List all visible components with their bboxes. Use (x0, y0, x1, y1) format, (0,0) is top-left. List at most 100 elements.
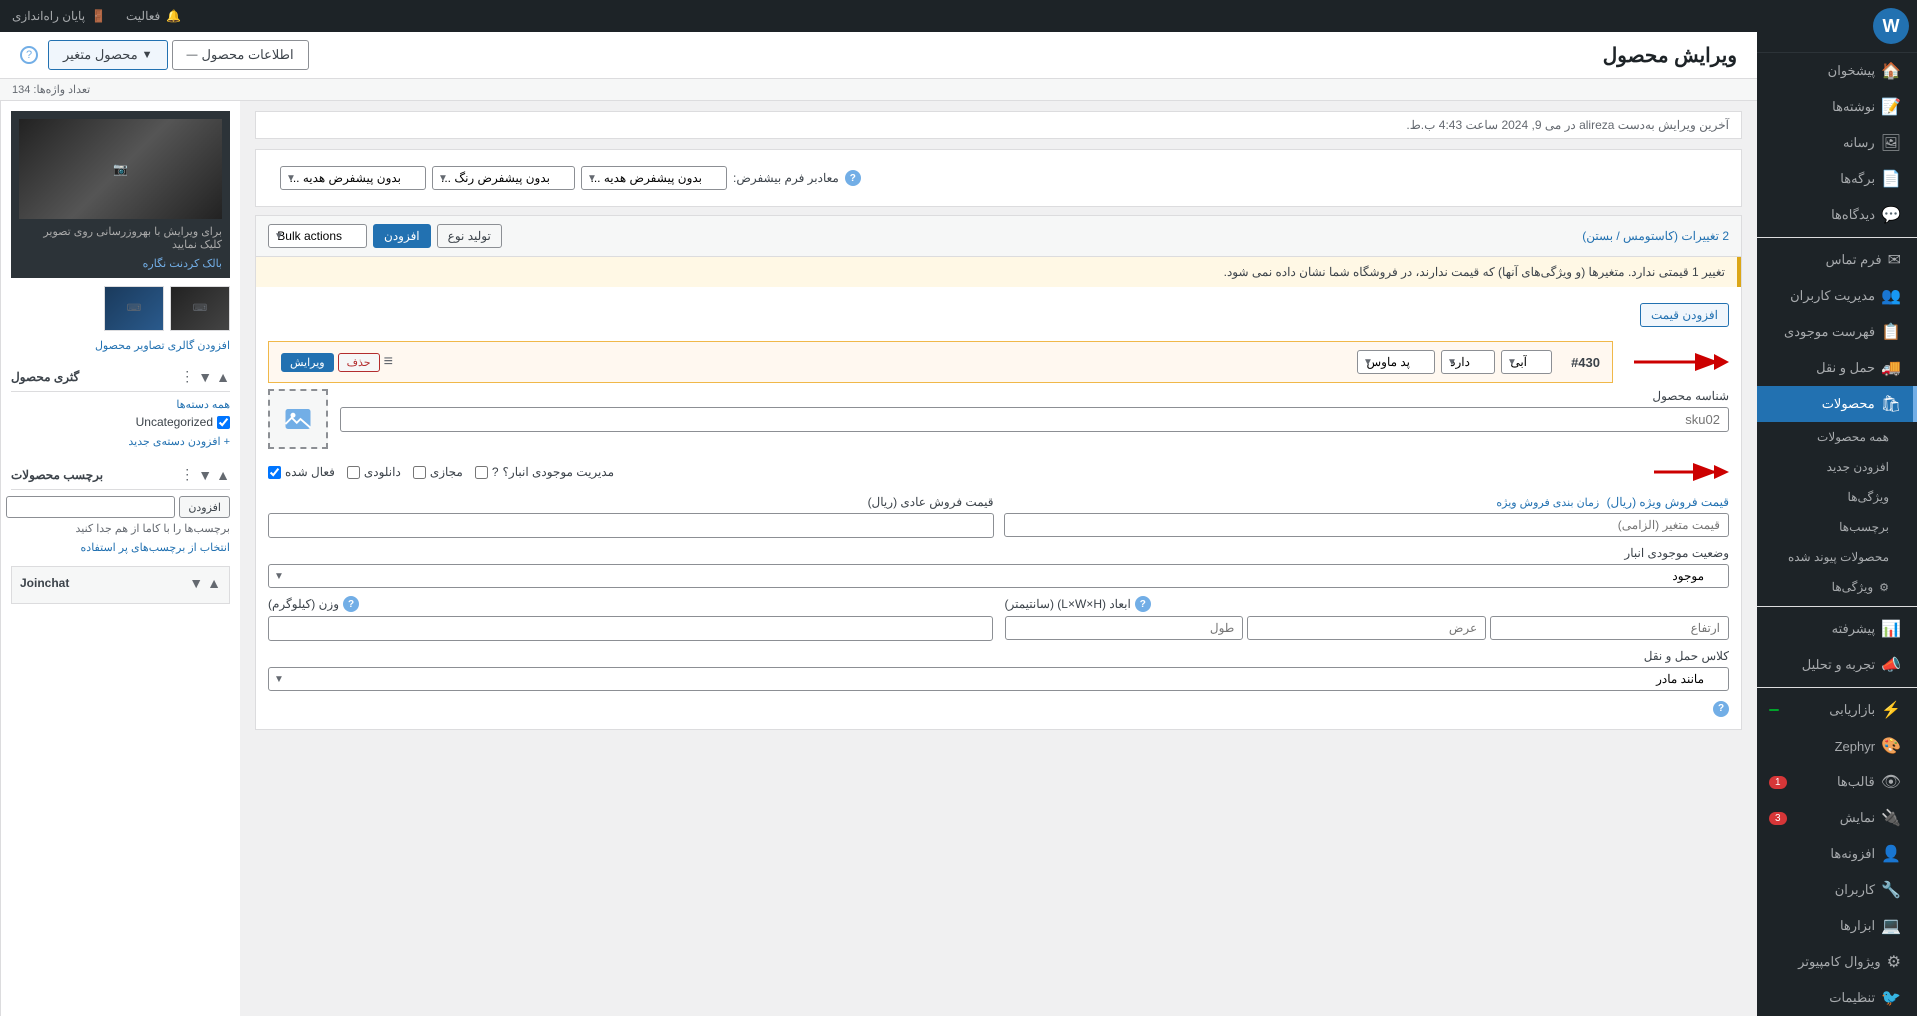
length-input[interactable] (1005, 616, 1244, 640)
categories-collapse-btn[interactable]: ▲ (216, 368, 230, 385)
afzudan-gheimat-button[interactable]: افزودن قیمت (1640, 303, 1729, 327)
add-gallery-link[interactable]: افزودن گالری تصاویر محصول (11, 339, 230, 352)
gallery-thumb-1-inner: ⌨ (171, 287, 229, 330)
sidebar-item-afzuneh[interactable]: 🔌 نمایش 3 (1757, 800, 1917, 836)
attr-help-icon[interactable]: ? (845, 170, 861, 186)
sidebar-item-vizharval[interactable]: 💻 ابزارها (1757, 908, 1917, 944)
sidebar-item-filebird[interactable]: 🐦 تنظیمات (1757, 980, 1917, 1016)
downloadable-label[interactable]: دانلودی (347, 465, 401, 479)
sidebar-item-hame-mahsulat[interactable]: همه محصولات (1757, 422, 1917, 452)
gallery-thumb-1[interactable]: ⌨ (170, 286, 230, 331)
categories-expand-btn[interactable]: ▼ (198, 368, 212, 385)
sidebar-item-qalab[interactable]: 🎨 Zephyr (1757, 728, 1917, 764)
home-icon: 🏠 (1881, 61, 1901, 81)
sku-input[interactable] (340, 407, 1729, 432)
add-price-container: افزودن قیمت (256, 295, 1741, 335)
image-upload-icon (283, 404, 313, 434)
topbar-activity[interactable]: 🔔 فعالیت (126, 9, 181, 23)
admin-sidebar: W 🏠 پیشخوان 📝 نوشته‌ها 🖼 رسانه 📄 برگه‌ها… (1757, 0, 1917, 1016)
var-has-select[interactable]: دارد (1441, 350, 1495, 374)
virtual-checkbox[interactable] (413, 466, 426, 479)
uncategorized-checkbox[interactable] (217, 416, 230, 429)
categories-header: ▲ ▼ ⋮ گثری محصول (11, 362, 230, 392)
inventory-mgmt-label[interactable]: مدیریت موجودی انبار؟ ? (475, 465, 614, 479)
tab-variable-product[interactable]: ▼ محصول متغیر (48, 40, 168, 70)
regular-price-input[interactable] (268, 513, 994, 538)
sidebar-item-bazaryabi[interactable]: 📣 تجربه و تحلیل (1757, 647, 1917, 683)
drag-handle-icon[interactable]: ≡ (384, 353, 393, 371)
sidebar-item-neveshteh[interactable]: 📝 نوشته‌ها (1757, 89, 1917, 125)
main-layout: آخرین ویرایش به‌دست alireza در می 9, 202… (0, 101, 1757, 1016)
sidebar-item-fehrest[interactable]: 📋 فهرست موجودی (1757, 314, 1917, 350)
topbar-exit[interactable]: 🚪 پایان راه‌اندازی (12, 9, 106, 23)
sidebar-item-modiriat[interactable]: 👥 مدیریت کاربران (1757, 278, 1917, 314)
weight-input[interactable] (268, 616, 993, 641)
sidebar-item-pishrafteh[interactable]: ⚙ ویژگی‌ها (1757, 572, 1917, 602)
shipping-class-select[interactable]: مانند مادر (268, 667, 1729, 691)
tags-expand-btn[interactable]: ▼ (198, 466, 212, 483)
sale-price-label[interactable]: قیمت فروش ویژه (ریال) زمان بندی فروش ویژ… (1004, 495, 1730, 509)
sidebar-item-mahsulat-piond[interactable]: برچسب‌ها (1757, 512, 1917, 542)
tags-drag-btn[interactable]: ⋮ (180, 466, 194, 483)
schedule-link[interactable]: زمان بندی فروش ویژه (1496, 497, 1599, 509)
width-input[interactable] (1247, 616, 1486, 640)
add-new-category-link[interactable]: + افزودن دسته‌ی جدید (11, 435, 230, 448)
virtual-label[interactable]: مجازی (413, 465, 463, 479)
categories-drag-btn[interactable]: ⋮ (180, 368, 194, 385)
sidebar-item-namaish[interactable]: 👁 قالب‌ها 1 (1757, 764, 1917, 800)
color-select[interactable]: بدون پیشفرض رنگ ... (432, 166, 575, 190)
sidebar-item-pishkhan[interactable]: 🏠 پیشخوان (1757, 53, 1917, 89)
sale-price-input[interactable] (1004, 513, 1730, 537)
sidebar-item-resaneh[interactable]: 🖼 رسانه (1757, 125, 1917, 161)
sidebar-item-didgahha[interactable]: 💬 دیدگاه‌ها (1757, 197, 1917, 233)
variation-image-placeholder[interactable] (268, 389, 328, 449)
afzudan-button[interactable]: افزودن (373, 224, 431, 248)
inventory-mgmt-checkbox[interactable] (475, 466, 488, 479)
weight-help-icon[interactable]: ? (343, 596, 359, 612)
downloadable-checkbox[interactable] (347, 466, 360, 479)
all-categories-toggle[interactable]: همه دسته‌ها (11, 398, 230, 411)
gallery-link[interactable]: بالک کردنت نگاره (143, 258, 222, 270)
sidebar-item-vizhegi-ha2[interactable]: محصولات پیوند شده (1757, 542, 1917, 572)
height-input[interactable] (1490, 616, 1729, 640)
bulk-actions-select[interactable]: Bulk actions (268, 224, 367, 248)
sidebar-item-tanzimaat[interactable]: ⚙ ویژوال کامپیوتر (1757, 944, 1917, 980)
enabled-label[interactable]: فعال شده (268, 465, 335, 479)
sidebar-item-zephyr[interactable]: ⚡ بازاریابی (1757, 692, 1917, 728)
gift-select[interactable]: بدون پیشفرض هدیه ... (581, 166, 727, 190)
sidebar-item-karbaran[interactable]: 👤 افزونه‌ها (1757, 836, 1917, 872)
extra-select[interactable]: بدون پیشفرض هدیه ... (280, 166, 426, 190)
variation-changes-link[interactable]: 2 تغییرات (کاستومس / بستن) (1582, 229, 1729, 243)
tag-input[interactable] (6, 496, 175, 518)
uncategorized-label[interactable]: Uncategorized (136, 415, 213, 429)
var-color-select[interactable]: آبی (1501, 350, 1552, 374)
joinchat-expand-btn[interactable]: ▼ (189, 575, 203, 591)
sidebar-item-tajrobe[interactable]: 📊 پیشرفته (1757, 611, 1917, 647)
tolid-nav-button[interactable]: تولید نوع (437, 224, 502, 248)
popular-tags-link[interactable]: انتخاب از برچسب‌های پر استفاده (81, 542, 230, 554)
checkbox-group: مدیریت موجودی انبار؟ ? مجازی دانلودی (268, 465, 1641, 479)
variation-edit-button[interactable]: ویرایش (281, 353, 334, 372)
stock-status-select[interactable]: موجود (268, 564, 1729, 588)
gallery-thumb-2[interactable]: ⌨ (104, 286, 164, 331)
enabled-checkbox[interactable] (268, 466, 281, 479)
tags-collapse-btn[interactable]: ▲ (216, 466, 230, 483)
header-help-icon[interactable]: ? (20, 46, 38, 64)
tab-product-info[interactable]: اطلاعات محصول — (172, 40, 309, 70)
products-icon: 🛍 (1881, 394, 1901, 414)
themes-icon: 🎨 (1881, 736, 1901, 756)
inventory-mgmt-text: مدیریت موجودی انبار؟ (503, 465, 615, 479)
dimensions-help-icon[interactable]: ? (1135, 596, 1151, 612)
sidebar-item-barkha[interactable]: 📄 برگه‌ها (1757, 161, 1917, 197)
var-pad-select[interactable]: پد ماوس (1357, 350, 1435, 374)
tag-add-button[interactable]: افزودن (179, 496, 230, 518)
sidebar-item-form-tamas[interactable]: ✉ فرم تماس (1757, 242, 1917, 278)
sidebar-item-haml[interactable]: 🚚 حمل و نقل (1757, 350, 1917, 386)
bottom-help-icon[interactable]: ? (1713, 701, 1729, 717)
sidebar-item-afzudan-jadid[interactable]: افزودن جدید (1757, 452, 1917, 482)
sidebar-item-mahsulat[interactable]: 🛍 محصولات (1757, 386, 1917, 422)
joinchat-collapse-btn[interactable]: ▲ (207, 575, 221, 591)
sidebar-item-abzarha[interactable]: 🔧 کاربران (1757, 872, 1917, 908)
variation-delete-button[interactable]: حذف (338, 353, 380, 372)
sidebar-item-vizhegi-ha[interactable]: ویژگی‌ها (1757, 482, 1917, 512)
